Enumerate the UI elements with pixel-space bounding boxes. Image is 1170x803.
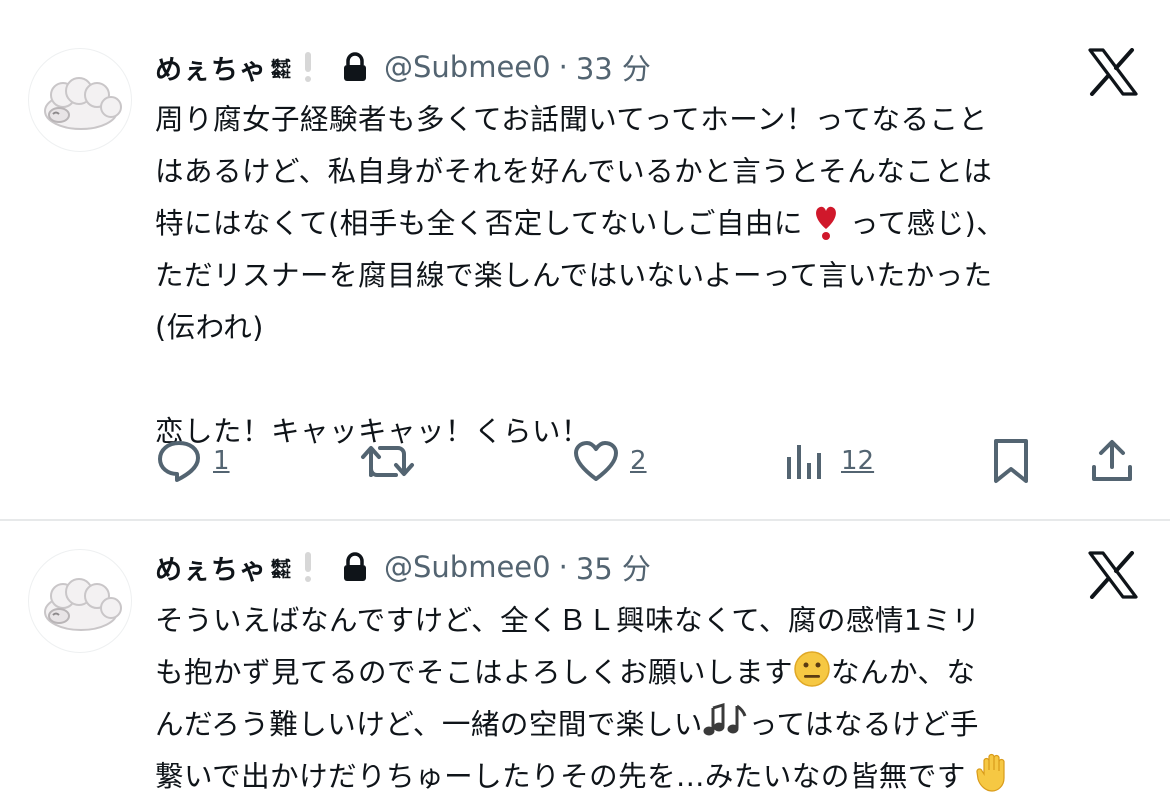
author-name[interactable]: めぇちゃ [155,48,267,87]
tweet-header: めぇちゃ ㍿ @Submee0 · 35 分 [155,546,651,588]
retweet-icon [361,446,414,477]
separator-dot: · [558,50,568,84]
music-notes-icon [703,702,747,736]
views-count: 12 [841,446,875,476]
text-line: ってはなるけど手 [748,708,979,741]
exclamation-badge-icon [304,552,312,582]
separator-dot: · [558,550,568,584]
tweet[interactable]: めぇちゃ ㍿ @Submee0 · 33 分 周り腐女子経験者も多くてお話聞いて… [0,0,1170,519]
author-name[interactable]: めぇちゃ [155,548,267,587]
author-handle[interactable]: @Submee0 [384,550,551,584]
text-line: ただリスナーを腐目線で楽しんではいないよーって言いたかった [155,259,993,292]
text-line: 特にはなくて(相手も全く否定してないしご自由に [155,207,803,240]
share-button[interactable] [1088,433,1136,489]
bookmark-icon [994,439,1028,483]
avatar[interactable] [28,48,132,152]
author-name-symbol: ㍿ [271,556,292,581]
text-line: なんか、な [831,656,976,689]
tweet-text: そういえばなんですけど、全くＢＬ興味なくて、腐の感情1ミリ も抱かず見てるのでそ… [155,595,1140,803]
x-logo-icon [1088,551,1138,599]
views-button[interactable]: 12 [783,433,874,489]
share-icon [1092,440,1132,481]
tweet-actions: 1 2 12 [155,433,1140,489]
red-exclamation-heart-icon [816,206,837,240]
text-line: 周り腐女子経験者も多くてお話聞いてってホーン！ってなること [155,103,988,136]
avatar[interactable] [28,549,132,653]
text-line: も抱かず見てるのでそこはよろしくお願いします [155,656,794,689]
timestamp[interactable]: 35 分 [576,546,651,588]
retweet-button[interactable] [360,433,426,489]
tweet-header: めぇちゃ ㍿ @Submee0 · 33 分 [155,46,651,88]
text-line: (伝われ) [155,311,264,344]
text-line: そういえばなんですけど、全くＢＬ興味なくて、腐の感情1ミリ [155,604,981,637]
neutral-face-icon [794,651,830,687]
author-handle[interactable]: @Submee0 [384,50,551,84]
sheep-avatar-icon [44,77,122,130]
like-button[interactable]: 2 [572,433,647,489]
author-name-symbol: ㍿ [271,56,292,81]
like-count: 2 [630,446,647,476]
reply-count: 1 [213,446,230,476]
heart-icon [574,441,618,481]
bookmark-button[interactable] [987,433,1035,489]
lock-icon [344,552,366,581]
tweet-text: 周り腐女子経験者も多くてお話聞いてってホーン！ってなること はあるけど、私自身が… [155,94,1140,458]
reply-button[interactable]: 1 [155,433,230,489]
text-line: 繋いで出かけだりちゅーしたりその先を...みたいなの皆無です [155,760,966,793]
lock-icon [344,52,366,81]
text-line: んだろう難しいけど、一緒の空間で楽しい [155,708,703,741]
sheep-avatar-icon [44,578,122,631]
x-logo-icon [1088,48,1138,96]
reply-icon [158,441,200,482]
text-line: はあるけど、私自身がそれを好んでいるかと言うとそんなことは [155,155,993,188]
timestamp[interactable]: 33 分 [576,46,651,88]
tweet[interactable]: めぇちゃ ㍿ @Submee0 · 35 分 そういえばなんですけど、全くＢＬ興… [0,521,1170,793]
exclamation-badge-icon [304,52,312,82]
raised-hand-icon [976,753,1005,792]
views-icon [787,445,821,479]
text-line: って感じ)、 [850,207,1006,240]
